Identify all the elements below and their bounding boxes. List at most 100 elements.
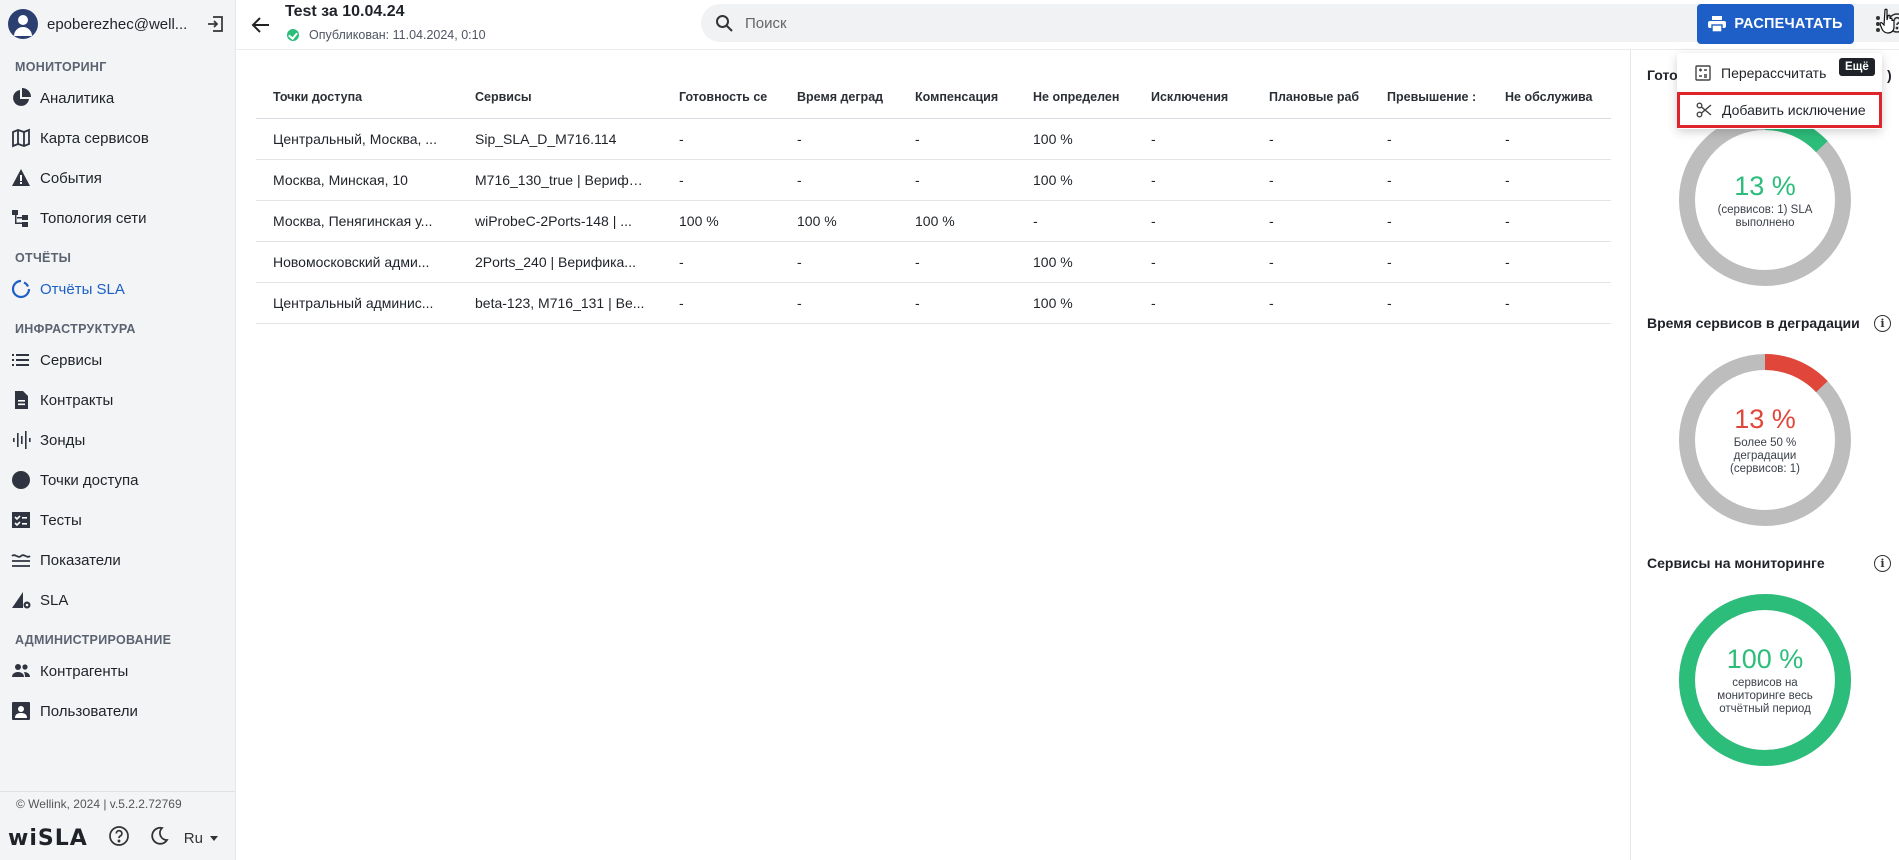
table-cell: Москва, Пенягинская у... [256,200,458,242]
table-cell: - [1488,200,1611,242]
sidebar-item-service-map[interactable]: Карта сервисов [0,118,235,158]
sidebar-bottom-bar: wiSLA Ru [0,816,235,860]
section-administration: АДМИНИСТРИРОВАНИЕ [15,633,172,647]
donut-percent: 100 % [1726,644,1804,674]
table-cell: - [1488,159,1611,201]
help-icon[interactable] [108,825,130,852]
table-header-row: Точки доступа Сервисы Готовность се Время д… [256,77,1611,119]
hand-cursor-icon [1879,8,1899,39]
sidebar-item-label: Показатели [40,551,121,569]
logout-icon[interactable] [203,12,227,36]
waveform-icon [10,429,32,451]
sidebar-item-sla[interactable]: SLA [0,580,235,620]
table-cell: - [1488,282,1611,324]
copyright: © Wellink, 2024 | v.5.2.2.72769 [16,797,182,811]
sidebar-footer: © Wellink, 2024 | v.5.2.2.72769 wiSLA Ru [0,791,235,860]
column-header[interactable]: Не определен [1016,77,1134,119]
user-email[interactable]: epoberezhec@well... [47,16,203,33]
language-select[interactable]: Ru [184,830,221,847]
sidebar-item-label: События [40,169,102,187]
table-cell: - [1252,118,1370,160]
column-header[interactable]: Плановые раб [1252,77,1370,119]
table-cell: - [1134,159,1252,201]
sidebar-item-access-points[interactable]: Точки доступа [0,460,235,500]
sidebar-item-events[interactable]: События [0,158,235,198]
print-button-label: РАСПЕЧАТАТЬ [1734,16,1843,32]
info-icon[interactable]: i [1874,555,1891,572]
sidebar-item-topology[interactable]: Топология сети [0,198,235,238]
publish-status-text: Опубликован: 11.04.2024, 0:10 [309,28,486,42]
pie-chart-icon [10,87,32,109]
table-row[interactable]: Новомосковский адми... 2Ports_240 | Вериф… [256,241,1611,283]
back-arrow-icon[interactable] [248,12,274,38]
logo: wiSLA [8,825,88,851]
table-cell: 100 % [1016,241,1134,283]
table-cell: - [1134,118,1252,160]
column-header[interactable]: Сервисы [458,77,662,119]
column-header[interactable]: Компенсация [898,77,1016,119]
map-icon [10,127,32,149]
checklist-icon [10,509,32,531]
section-infrastructure: ИНФРАСТРУКТУРА [15,322,136,336]
document-icon [10,389,32,411]
table-cell: - [1370,282,1488,324]
page-title: Test за 10.04.24 [285,3,405,20]
widget-title: Время сервисов в деградации [1647,315,1860,331]
dark-mode-icon[interactable] [148,825,170,852]
table-cell: M716_130_true | Верифи... [458,159,662,201]
warning-icon [10,167,32,189]
table-cell: - [898,159,1016,201]
table-row[interactable]: Центральный, Москва, ... Sip_SLA_D_M716.1… [256,118,1611,160]
print-button[interactable]: РАСПЕЧАТАТЬ [1697,4,1854,44]
table-cell: - [662,159,780,201]
avatar[interactable] [8,9,38,39]
table-cell: - [662,241,780,283]
sidebar-item-label: Аналитика [40,89,115,107]
table-cell: - [1252,282,1370,324]
sidebar-item-label: Сервисы [40,351,103,369]
table-row[interactable]: Центральный админис... beta-123, M716_131… [256,282,1611,324]
table-cell: - [662,118,780,160]
table-cell: - [898,118,1016,160]
column-header[interactable]: Готовность се [662,77,780,119]
column-header[interactable]: Исключения [1134,77,1252,119]
donut-caption: Более 50 % деградации (сервисов: 1) [1730,437,1800,475]
sidebar-item-sla-reports[interactable]: Отчёты SLA [0,269,235,309]
sidebar-item-services[interactable]: Сервисы [0,340,235,380]
table-cell: - [1016,200,1134,242]
table-row[interactable]: Москва, Минская, 10 M716_130_true | Вериф… [256,159,1611,201]
column-header[interactable]: Точки доступа [256,77,458,119]
widget-title-tail: ) [1887,67,1892,83]
table-cell: 100 % [898,200,1016,242]
column-header[interactable]: Не обслужива [1488,77,1611,119]
user-card-icon [10,700,32,722]
chevron-down-icon [209,836,218,841]
sidebar-item-label: Контракты [40,391,114,409]
sidebar-item-analytics[interactable]: Аналитика [0,78,235,118]
donut-caption: сервисов на мониторинге весь отчётный пе… [1717,677,1813,715]
info-icon[interactable]: i [1874,315,1891,332]
sidebar-item-tests[interactable]: Тесты [0,500,235,540]
sidebar-item-contractors[interactable]: Контрагенты [0,651,235,691]
sidebar-item-users[interactable]: Пользователи [0,691,235,731]
column-header[interactable]: Превышение : [1370,77,1488,119]
sidebar-item-probes[interactable]: Зонды [0,420,235,460]
table-row[interactable]: Москва, Пенягинская у... wiProbeC-2Ports-… [256,200,1611,242]
menu-item-add-exception[interactable]: Добавить исключение [1677,92,1882,128]
table-cell: - [1134,241,1252,283]
sidebar-item-label: Контрагенты [40,662,129,680]
table-cell: beta-123, M716_131 | Be... [458,282,662,324]
language-value: Ru [183,829,203,847]
table-cell: - [1252,159,1370,201]
summary-panel: Готов ) 13 % (сервисов: 1) SLA выполнено… [1630,50,1899,860]
sidebar-item-label: Пользователи [40,702,138,720]
table-cell: - [1370,159,1488,201]
sidebar-item-indicators[interactable]: Показатели [0,540,235,580]
sidebar-item-contracts[interactable]: Контракты [0,380,235,420]
table-cell: - [898,282,1016,324]
user-row: epoberezhec@well... [0,0,235,48]
widget-title: Сервисы на мониторинге [1647,555,1825,571]
column-header[interactable]: Время деград [780,77,898,119]
publish-status: Опубликован: 11.04.2024, 0:10 [287,28,486,42]
table-cell: 100 % [1016,282,1134,324]
